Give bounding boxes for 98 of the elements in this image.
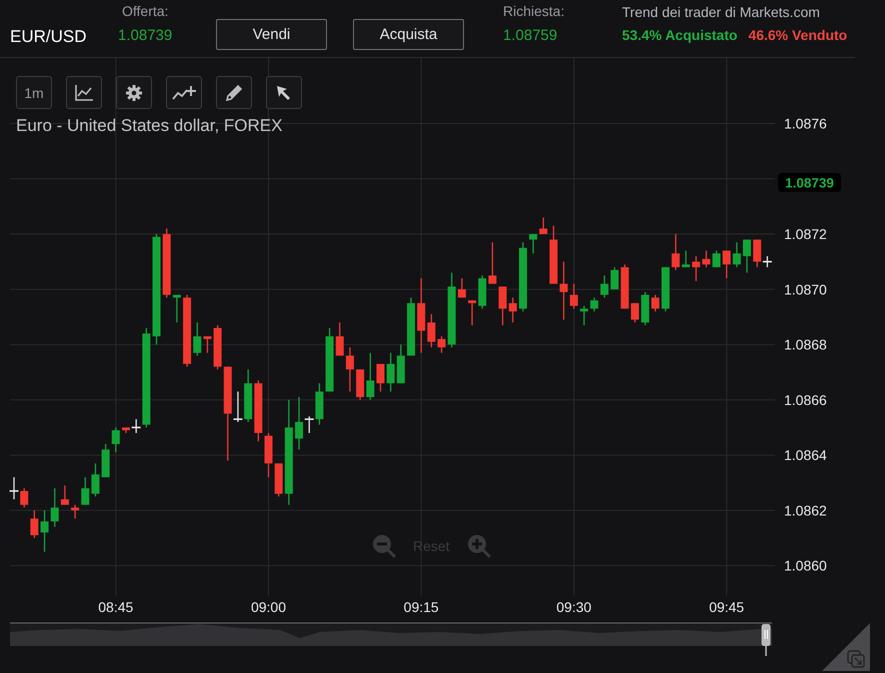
trade-button[interactable]: Vendi [216, 19, 327, 50]
candle [356, 369, 364, 400]
candle [539, 217, 548, 234]
candle [40, 510, 49, 552]
offer-label: Offerta: [122, 3, 170, 21]
candle [488, 242, 496, 284]
candle [264, 433, 272, 478]
candle [71, 504, 80, 519]
y-axis-label: 1.0868 [784, 336, 827, 353]
candle [672, 234, 680, 270]
indicators-button[interactable] [166, 76, 202, 109]
candle [600, 276, 608, 298]
candle [550, 226, 558, 284]
candle [10, 477, 18, 500]
candle [529, 234, 538, 254]
candle [580, 306, 588, 326]
trade-button[interactable]: Acquista [353, 19, 464, 50]
interval-button[interactable]: 1m [16, 76, 52, 109]
candle [172, 294, 181, 322]
candle [651, 294, 660, 312]
settings-icon [125, 84, 143, 102]
candle [732, 242, 741, 268]
y-axis-label: 1.0872 [784, 226, 827, 242]
candle [386, 352, 395, 392]
candle [81, 477, 90, 505]
candle [203, 336, 212, 353]
candle [508, 298, 517, 322]
x-axis-label: 09:00 [250, 599, 286, 615]
x-axis-label: 08:45 [98, 599, 134, 615]
candle [122, 427, 130, 433]
candle [620, 264, 629, 309]
candle [662, 267, 670, 312]
candle [702, 250, 710, 268]
candle [336, 322, 344, 356]
candle [519, 242, 527, 312]
y-axis-label: 1.0860 [784, 558, 827, 574]
candle [610, 267, 619, 290]
candle [438, 336, 446, 353]
chart-title: Euro - United States dollar, FOREX [16, 116, 282, 136]
ask-price: 1.08759 [503, 27, 558, 44]
candle [570, 284, 578, 309]
candle [20, 488, 28, 508]
symbol-label: EUR/USD [9, 26, 88, 48]
y-axis-label: 1.0876 [784, 116, 827, 132]
x-axis-label: 09:30 [556, 599, 592, 615]
cursor-button[interactable] [266, 76, 302, 109]
candle [396, 344, 405, 384]
candle [682, 250, 690, 268]
candle [641, 292, 650, 326]
candle [274, 463, 283, 497]
candle [102, 444, 110, 478]
candle [722, 250, 731, 278]
y-axis-label: 1.0862 [784, 502, 827, 518]
x-axis-label: 09:45 [709, 599, 744, 615]
x-axis-label: 09:15 [404, 599, 439, 615]
buy-percentage: 53.4% Acquistato [622, 27, 738, 43]
candle [193, 322, 202, 356]
candle [346, 347, 354, 392]
candle [214, 325, 222, 370]
candle [407, 298, 416, 356]
candle [30, 510, 38, 538]
y-axis-label: 1.0864 [784, 447, 827, 464]
candle [590, 298, 598, 312]
current-price-tag: 1.08739 [778, 173, 841, 192]
candle [326, 328, 334, 392]
candle [498, 286, 507, 326]
candle [742, 240, 751, 273]
candle [427, 314, 436, 348]
ask-label: Richiesta: [503, 3, 566, 21]
candle [712, 250, 720, 268]
candle [458, 278, 466, 298]
draw-button[interactable] [216, 76, 252, 109]
candle [478, 276, 486, 309]
candle [376, 364, 384, 392]
sell-percentage: 46.6% Venduto [748, 27, 848, 43]
candle [50, 488, 59, 527]
pencil-icon [224, 82, 244, 102]
candle [366, 352, 374, 400]
candle [112, 427, 120, 452]
trend-title: Trend dei trader di Markets.com [622, 4, 821, 22]
offer-price: 1.08739 [118, 27, 174, 44]
candle [244, 369, 252, 422]
candle [60, 485, 69, 505]
y-axis-label: 1.0870 [784, 281, 827, 298]
candle [254, 380, 262, 442]
line-chart-icon [74, 84, 94, 102]
y-axis-label: 1.0866 [784, 392, 827, 408]
cursor-arrow-icon [275, 84, 293, 102]
navigator-handle[interactable] [762, 624, 770, 656]
candle [560, 262, 568, 320]
candle [162, 228, 171, 298]
candle [630, 303, 639, 322]
settings-button[interactable] [116, 76, 152, 109]
trend-plus-icon [172, 84, 196, 102]
candle [91, 463, 100, 497]
chart-type-button[interactable] [66, 76, 102, 109]
candle [468, 300, 476, 326]
candle [692, 256, 700, 282]
